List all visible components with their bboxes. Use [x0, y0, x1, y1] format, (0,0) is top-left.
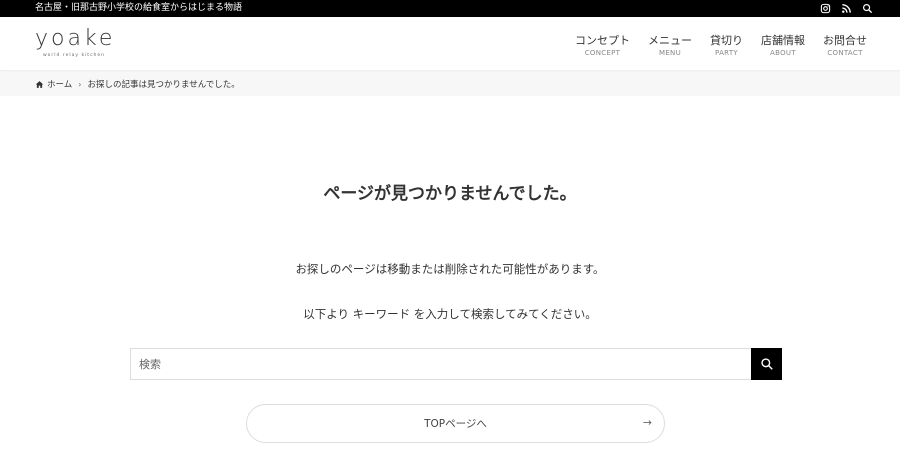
arrow-right-icon: → [642, 416, 652, 429]
top-page-button[interactable]: TOPページへ → [246, 404, 665, 443]
nav-sublabel: ABOUT [770, 49, 796, 57]
social-icons [819, 2, 873, 15]
search-hint-message: 以下より キーワード を入力して検索してみてください。 [303, 307, 597, 321]
nav-item-concept[interactable]: コンセプト CONCEPT [575, 34, 630, 58]
nav-sublabel: PARTY [715, 49, 738, 57]
site-header: yoake world relay kitchen コンセプト CONCEPT … [0, 17, 900, 71]
logo-text: yoake [35, 26, 116, 51]
search-input[interactable] [130, 348, 752, 380]
search-icon [760, 358, 773, 370]
site-logo[interactable]: yoake world relay kitchen [35, 26, 125, 64]
rss-icon[interactable] [840, 3, 852, 15]
breadcrumb-home-link[interactable]: ホーム [47, 78, 72, 90]
nav-item-party[interactable]: 貸切り PARTY [710, 34, 743, 58]
main-nav: コンセプト CONCEPT メニュー MENU 貸切り PARTY 店舗情報 A… [557, 34, 867, 58]
chevron-right-icon: › [78, 79, 82, 89]
breadcrumb-bar: ホーム › お探しの記事は見つかりませんでした。 [0, 72, 900, 96]
nav-sublabel: CONCEPT [584, 49, 621, 57]
instagram-icon[interactable] [819, 3, 831, 15]
breadcrumb: ホーム › お探しの記事は見つかりませんでした。 [35, 78, 240, 90]
search-button[interactable] [751, 348, 782, 380]
nav-item-contact[interactable]: お問合せ CONTACT [823, 34, 867, 58]
logo-subtitle: world relay kitchen [43, 53, 106, 58]
search-form [130, 348, 782, 380]
nav-label: 店舗情報 [761, 34, 805, 47]
site-tagline: 名古屋・旧那古野小学校の給食室からはじまる物語 [35, 3, 243, 13]
nav-item-about[interactable]: 店舗情報 ABOUT [761, 34, 805, 58]
nav-label: 貸切り [710, 34, 743, 47]
nav-label: お問合せ [823, 34, 867, 47]
top-page-button-label: TOPページへ [424, 418, 487, 430]
top-bar: 名古屋・旧那古野小学校の給食室からはじまる物語 [0, 0, 900, 17]
nav-item-menu[interactable]: メニュー MENU [648, 34, 692, 58]
home-icon [35, 80, 44, 89]
search-icon[interactable] [861, 3, 873, 15]
page-title: ページが見つかりませんでした。 [323, 184, 577, 204]
nav-label: コンセプト [575, 34, 630, 47]
nav-label: メニュー [648, 34, 692, 47]
nav-sublabel: MENU [658, 49, 682, 57]
not-found-message: お探しのページは移動または削除された可能性があります。 [295, 262, 605, 276]
nav-sublabel: CONTACT [827, 49, 863, 57]
breadcrumb-current: お探しの記事は見つかりませんでした。 [87, 80, 240, 90]
